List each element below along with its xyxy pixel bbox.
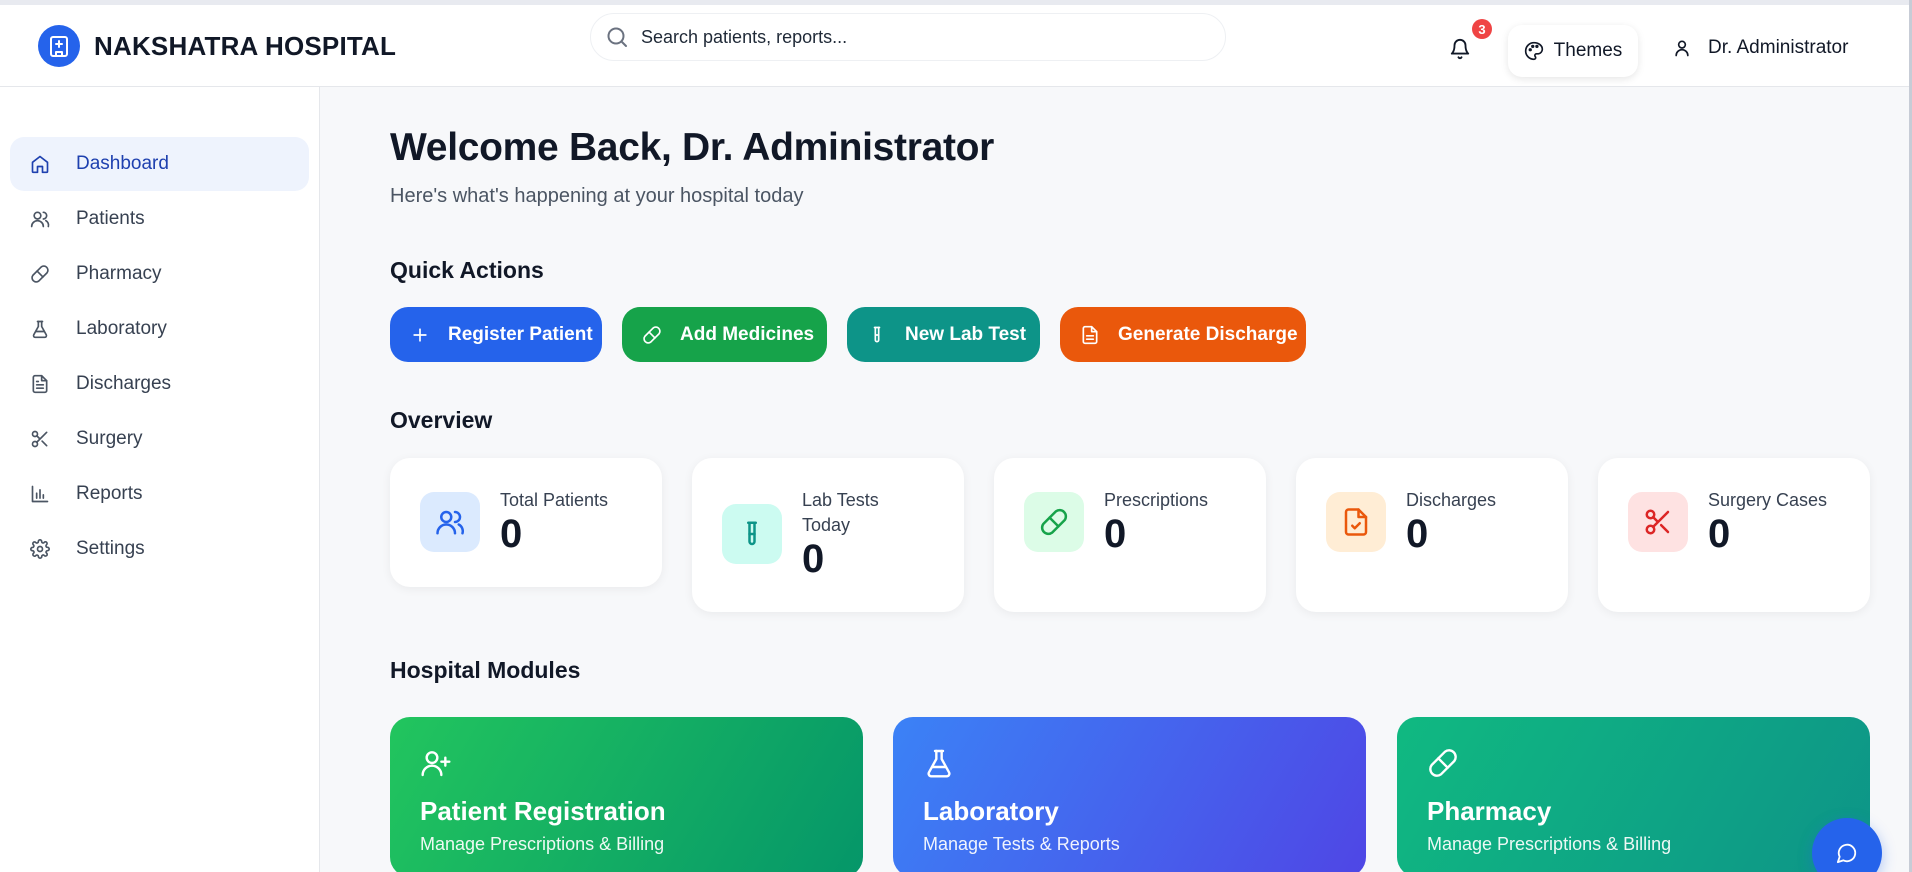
stat-card-total-patients[interactable]: Total Patients 0 <box>390 458 662 587</box>
register-patient-button[interactable]: Register Patient <box>390 307 602 362</box>
bell-icon <box>1450 39 1470 60</box>
flask-icon <box>927 749 951 778</box>
module-title: Pharmacy <box>1427 796 1552 826</box>
sidebar-item-label: Patients <box>76 208 145 229</box>
stat-label: Lab Tests Today <box>802 490 879 535</box>
overview-title: Overview <box>390 407 493 433</box>
user-icon <box>1675 40 1689 57</box>
sidebar-item-settings[interactable]: Settings <box>10 522 309 576</box>
pill-icon <box>643 325 661 344</box>
search-icon <box>607 27 627 47</box>
sidebar-item-label: Settings <box>76 538 145 559</box>
stat-label: Total Patients <box>500 490 609 510</box>
module-description: Manage Prescriptions & Billing <box>420 834 665 854</box>
new-lab-test-label: New Lab Test <box>905 323 1027 345</box>
search-input[interactable] <box>641 26 1201 48</box>
sidebar-item-surgery[interactable]: Surgery <box>10 412 309 466</box>
stat-value: 0 <box>1406 512 1429 556</box>
stat-value: 0 <box>802 537 825 581</box>
user-menu[interactable]: Dr. Administrator <box>1672 37 1848 59</box>
home-icon <box>31 155 49 174</box>
notifications-button[interactable] <box>1446 35 1474 63</box>
stat-label: Surgery Cases <box>1708 490 1828 510</box>
search-bar[interactable] <box>590 13 1226 61</box>
sidebar: Dashboard Patients Pharmacy Laboratory D… <box>0 87 320 872</box>
document-icon <box>1082 325 1098 344</box>
sidebar-item-pharmacy[interactable]: Pharmacy <box>10 247 309 301</box>
module-card-patient-registration[interactable]: Patient Registration Manage Prescription… <box>390 717 863 872</box>
flask-icon <box>32 320 48 339</box>
top-header: NAKSHATRA HOSPITAL 3 Themes Dr. Administ… <box>0 0 1912 87</box>
hospital-logo-icon <box>38 25 80 67</box>
stat-value: 0 <box>1708 512 1731 556</box>
sidebar-item-patients[interactable]: Patients <box>10 192 309 246</box>
users-icon <box>30 211 50 228</box>
sidebar-item-dashboard[interactable]: Dashboard <box>10 137 309 191</box>
add-medicines-button[interactable]: Add Medicines <box>622 307 827 362</box>
stat-card-prescriptions[interactable]: Prescriptions 0 <box>994 458 1266 612</box>
stat-value: 0 <box>500 512 523 556</box>
palette-icon <box>1524 41 1543 61</box>
sidebar-item-label: Reports <box>76 483 143 504</box>
pill-icon <box>1429 749 1457 777</box>
chat-button[interactable] <box>1812 818 1882 872</box>
module-description: Manage Prescriptions & Billing <box>1427 834 1672 854</box>
module-title: Patient Registration <box>420 796 666 826</box>
brand-name: NAKSHATRA HOSPITAL <box>94 30 397 61</box>
sidebar-item-label: Discharges <box>76 373 172 394</box>
page-subtitle: Here's what's happening at your hospital… <box>390 185 804 207</box>
add-medicines-label: Add Medicines <box>680 323 815 345</box>
generate-discharge-label: Generate Discharge <box>1118 323 1298 345</box>
quick-actions-title: Quick Actions <box>390 257 544 283</box>
generate-discharge-button[interactable]: Generate Discharge <box>1060 307 1306 362</box>
module-title: Laboratory <box>923 796 1059 826</box>
document-icon <box>32 374 48 394</box>
sidebar-item-label: Dashboard <box>76 153 169 174</box>
sidebar-item-label: Surgery <box>76 428 143 449</box>
scissors-icon <box>31 430 48 448</box>
stat-card-lab-tests-today[interactable]: Lab Tests Today 0 <box>692 458 964 612</box>
users-icon <box>420 492 480 552</box>
gear-icon <box>30 539 50 559</box>
stat-card-discharges[interactable]: Discharges 0 <box>1296 458 1568 612</box>
sidebar-item-reports[interactable]: Reports <box>10 467 309 521</box>
user-name: Dr. Administrator <box>1708 37 1849 58</box>
sidebar-item-label: Pharmacy <box>76 263 162 284</box>
module-card-laboratory[interactable]: Laboratory Manage Tests & Reports <box>893 717 1366 872</box>
themes-label: Themes <box>1553 40 1623 61</box>
test-tube-icon <box>873 326 881 342</box>
stat-label: Discharges <box>1406 490 1497 510</box>
plus-icon <box>413 327 427 342</box>
brand[interactable]: NAKSHATRA HOSPITAL <box>38 25 396 67</box>
user-plus-icon <box>421 751 451 777</box>
stat-label: Prescriptions <box>1104 490 1209 510</box>
stat-value: 0 <box>1104 512 1127 556</box>
stat-card-surgery-cases[interactable]: Surgery Cases 0 <box>1598 458 1870 612</box>
sidebar-item-discharges[interactable]: Discharges <box>10 357 309 411</box>
bar-chart-icon <box>31 485 49 503</box>
pill-icon <box>1024 492 1084 552</box>
pill-icon <box>31 265 49 283</box>
sidebar-item-label: Laboratory <box>76 318 167 339</box>
themes-button[interactable]: Themes <box>1508 25 1638 77</box>
register-patient-label: Register Patient <box>448 323 593 345</box>
notification-badge: 3 <box>1472 19 1492 39</box>
module-card-pharmacy[interactable]: Pharmacy Manage Prescriptions & Billing <box>1397 717 1870 872</box>
chat-bubble-icon <box>1836 843 1857 864</box>
page-title: Welcome Back, Dr. Administrator <box>390 126 995 169</box>
hospital-modules-title: Hospital Modules <box>390 657 581 683</box>
sidebar-item-laboratory[interactable]: Laboratory <box>10 302 309 356</box>
new-lab-test-button[interactable]: New Lab Test <box>847 307 1040 362</box>
file-check-icon <box>1326 492 1386 552</box>
module-description: Manage Tests & Reports <box>923 834 1120 854</box>
test-tube-icon <box>722 504 782 564</box>
scissors-icon <box>1628 492 1688 552</box>
